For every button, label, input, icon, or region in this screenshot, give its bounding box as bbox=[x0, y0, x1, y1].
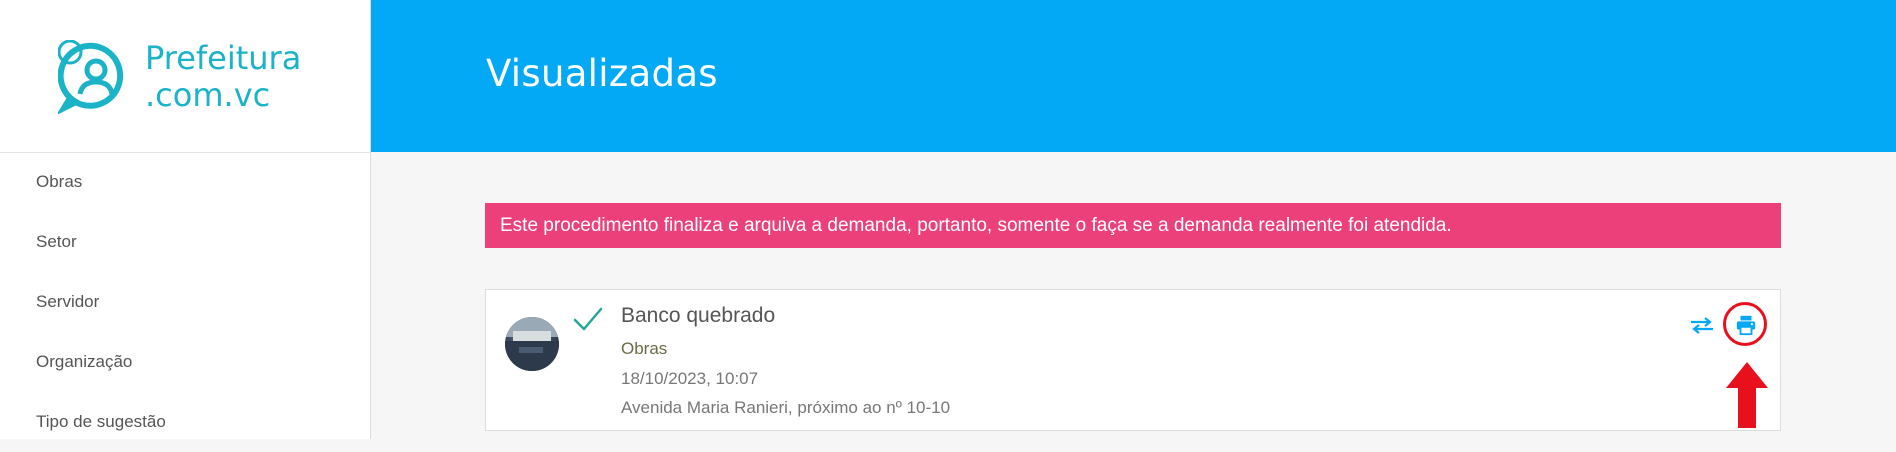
demand-title: Banco quebrado bbox=[621, 304, 776, 327]
transfer-icon[interactable] bbox=[1689, 315, 1715, 335]
logo-text: Prefeitura .com.vc bbox=[145, 40, 301, 114]
sidebar-item-setor[interactable]: Setor bbox=[0, 212, 370, 272]
check-icon bbox=[573, 307, 603, 331]
page-title: Visualizadas bbox=[486, 52, 718, 95]
sidebar-item-obras[interactable]: Obras bbox=[0, 152, 370, 212]
arrow-up-icon bbox=[1726, 362, 1768, 428]
demand-card[interactable]: Banco quebrado Obras 18/10/2023, 10:07 A… bbox=[485, 289, 1781, 431]
sidebar-item-organizacao[interactable]: Organização bbox=[0, 332, 370, 392]
logo-line1: Prefeitura bbox=[145, 39, 302, 77]
demand-address: Avenida Maria Ranieri, próximo ao nº 10-… bbox=[621, 398, 951, 417]
demand-photo[interactable] bbox=[505, 317, 559, 371]
logo[interactable]: Prefeitura .com.vc bbox=[0, 0, 370, 153]
person-chat-icon bbox=[58, 40, 124, 114]
logo-line2: .com.vc bbox=[145, 76, 271, 114]
photo-thumbnail-icon bbox=[505, 317, 559, 371]
sidebar-nav: Obras Setor Servidor Organização Tipo de… bbox=[0, 152, 370, 452]
sidebar: Prefeitura .com.vc Obras Setor Servidor … bbox=[0, 0, 371, 439]
sidebar-item-servidor[interactable]: Servidor bbox=[0, 272, 370, 332]
print-icon bbox=[1736, 315, 1756, 336]
demand-date: 18/10/2023, 10:07 bbox=[621, 369, 759, 388]
page-header: Visualizadas bbox=[371, 0, 1896, 152]
sidebar-item-tipo-de-sugestao[interactable]: Tipo de sugestão bbox=[0, 392, 370, 452]
demand-category: Obras bbox=[621, 339, 668, 358]
warning-alert: Este procedimento finaliza e arquiva a d… bbox=[485, 203, 1781, 248]
print-button[interactable] bbox=[1723, 302, 1767, 346]
